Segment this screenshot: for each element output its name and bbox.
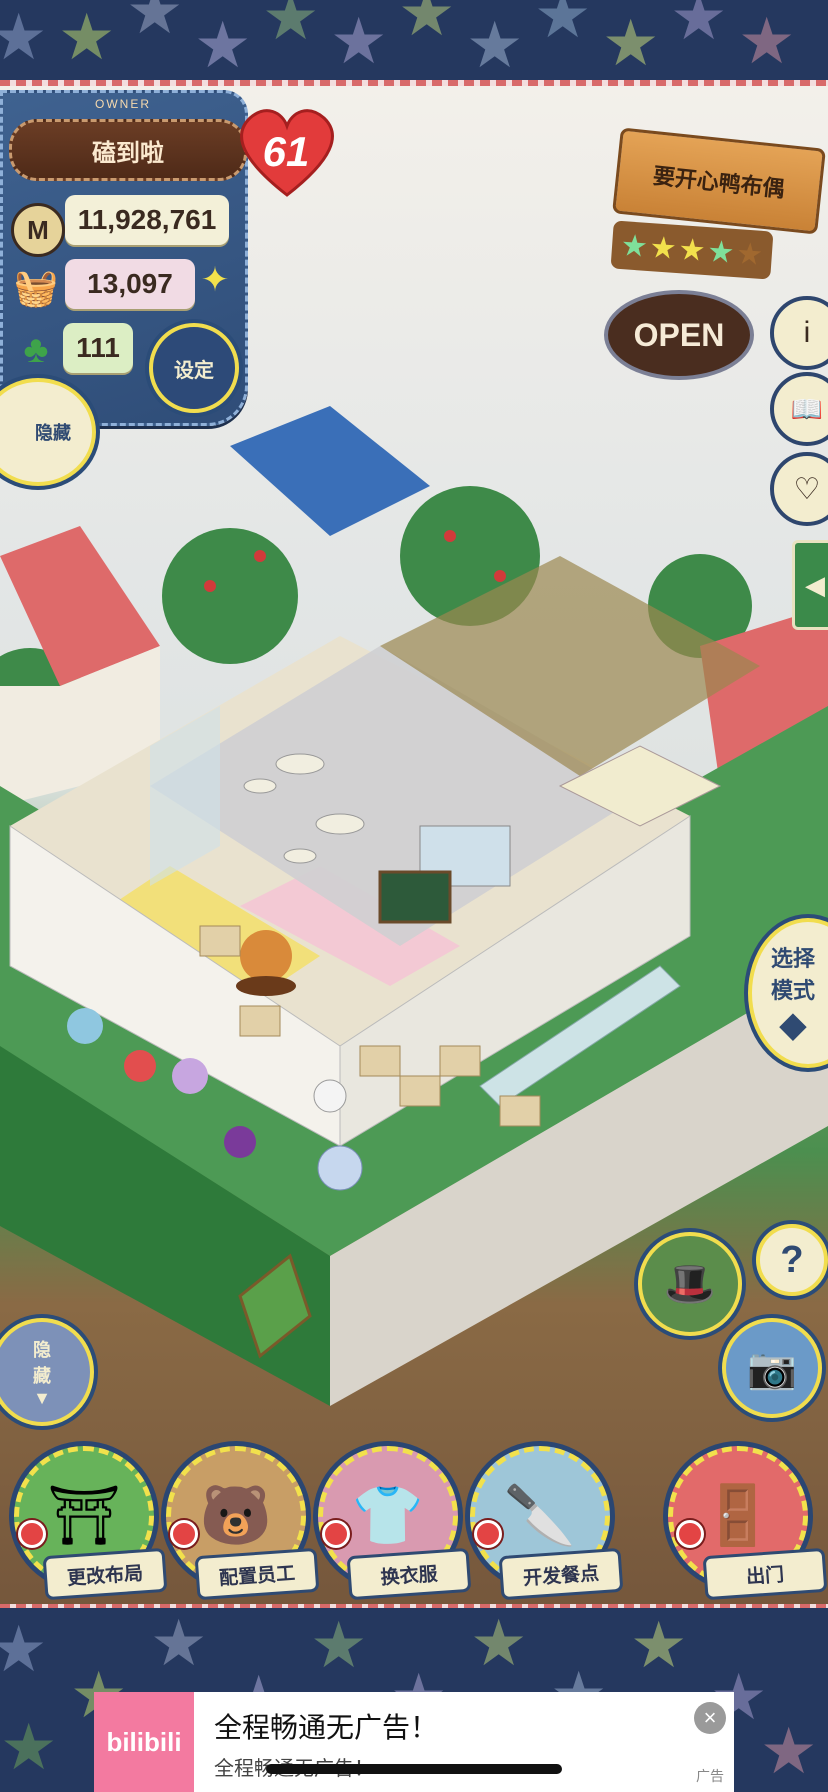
sparkle-icon: ✦ (200, 261, 230, 299)
ad-tag: 广告 (696, 1768, 724, 1784)
star-icon: ★ (648, 230, 678, 266)
info-icon: i (803, 316, 811, 349)
chef-character[interactable] (313, 1079, 347, 1113)
table (275, 753, 325, 775)
star-icon: ★ (706, 234, 736, 270)
crystal-ball[interactable] (317, 1145, 363, 1191)
pin-icon (18, 1520, 46, 1548)
star-icon: ★ (470, 1608, 528, 1681)
settings-label: 设定 (174, 359, 214, 382)
camera-icon: 📷 (747, 1346, 797, 1391)
heart-count: 61 (262, 128, 310, 175)
select-mode-label: 选择模式 (770, 946, 815, 1003)
develop-menu-label[interactable]: 开发餐点 (498, 1547, 624, 1601)
open-sign[interactable]: OPEN (604, 290, 754, 380)
owner-panel: 磕到啦 OWNER M 11,928,761 🧺 13,097 ✦ ♣ 111 … (0, 90, 248, 426)
table (315, 813, 365, 835)
ad-close-button[interactable]: × (694, 1702, 726, 1734)
owner-tag: OWNER (95, 97, 151, 111)
stool (283, 848, 317, 864)
arrow-down-icon: ▼ (33, 1387, 51, 1408)
clover-icon: ♣ (23, 328, 49, 371)
character[interactable] (172, 1058, 208, 1094)
ingredients-display: 13,097 (65, 259, 195, 309)
burger-statue (240, 930, 292, 982)
coin-icon: M (11, 203, 65, 257)
star-icon: ★ (310, 1609, 368, 1683)
star-icon: ★ (0, 1613, 48, 1687)
bilibili-logo: bilibili (94, 1692, 194, 1792)
hat-icon: 🎩 (663, 1259, 717, 1307)
hat-button[interactable]: 🎩 (638, 1232, 742, 1336)
star-icon: ★ (150, 1608, 208, 1681)
home-indicator[interactable] (266, 1764, 562, 1774)
star-empty-icon: ★ (735, 236, 765, 272)
help-button[interactable]: ? (756, 1224, 828, 1296)
pin-icon (676, 1520, 704, 1548)
star-icon: ★ (0, 1, 48, 75)
star-icon: ★ (262, 0, 320, 55)
star-icon: ★ (58, 1, 116, 75)
stool (243, 778, 277, 794)
star-icon: ★ (760, 1715, 818, 1789)
star-icon: ★ (619, 228, 649, 264)
change-layout-label[interactable]: 更改布局 (42, 1547, 168, 1601)
hide-bottom-label: 隐藏 (33, 1339, 51, 1386)
owner-name: 磕到啦 (92, 139, 164, 167)
star-icon: ★ (0, 1711, 58, 1785)
hide-top-label: 隐藏 (35, 423, 71, 443)
star-icon: ★ (677, 232, 707, 268)
chalkboard (378, 870, 452, 924)
cube-icon: ◆ (779, 1006, 807, 1044)
ad-title: 全程畅通无广告！ (214, 1712, 439, 1743)
go-out-label[interactable]: 出门 (702, 1547, 828, 1601)
staff-label[interactable]: 配置员工 (194, 1547, 320, 1601)
star-icon: ★ (398, 0, 456, 51)
star-icon: ★ (330, 5, 388, 79)
clovers-value: 111 (76, 332, 120, 363)
top-star-border: ★ ★ ★ ★ ★ ★ ★ ★ ★ ★ ★ ★ (0, 0, 828, 86)
expand-side-tab[interactable]: ◀ (792, 540, 828, 630)
star-icon: ★ (630, 1609, 688, 1683)
character[interactable] (224, 1126, 256, 1158)
ad-banner[interactable]: bilibili 全程畅通无广告！ 全程畅通无广告！ × 广告 (94, 1692, 734, 1792)
shop-status: OPEN (633, 316, 725, 353)
star-icon: ★ (126, 0, 184, 49)
star-icon: ★ (466, 9, 524, 83)
clovers-display: 111 (63, 323, 133, 373)
help-icon: ? (780, 1238, 804, 1281)
heart-bubble-icon: ♡ (793, 472, 821, 506)
settings-button[interactable]: 设定 (149, 323, 239, 413)
star-icon: ★ (738, 5, 796, 79)
money-display: 11,928,761 (65, 195, 229, 245)
character[interactable] (124, 1050, 156, 1082)
ingredients-value: 13,097 (87, 268, 173, 299)
pin-icon (170, 1520, 198, 1548)
owner-name-plate: 磕到啦 (9, 119, 247, 181)
shop-name: 要开心鸭布偶 (651, 163, 786, 202)
pin-icon (322, 1520, 350, 1548)
star-icon: ★ (534, 0, 592, 53)
star-icon: ★ (670, 0, 728, 55)
camera-button[interactable]: 📷 (722, 1318, 822, 1418)
character[interactable] (67, 1008, 103, 1044)
money-value: 11,928,761 (77, 204, 217, 235)
star-icon: ★ (602, 7, 660, 81)
ingredient-basket-icon: 🧺 (13, 267, 59, 308)
book-icon: 📖 (790, 393, 824, 424)
star-icon: ★ (194, 9, 252, 83)
outfit-label[interactable]: 换衣服 (346, 1547, 472, 1601)
pin-icon (474, 1520, 502, 1548)
